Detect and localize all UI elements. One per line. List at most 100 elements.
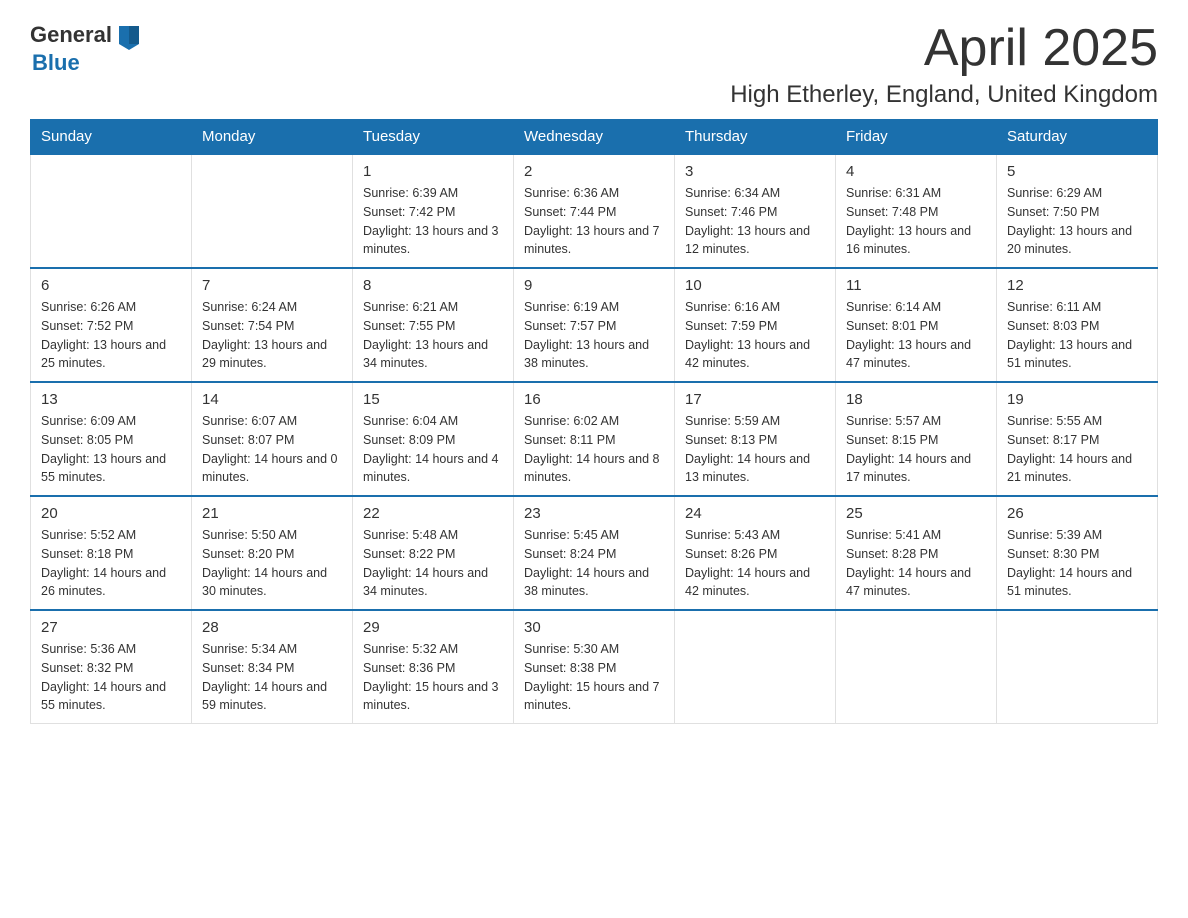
day-info: Sunrise: 6:29 AMSunset: 7:50 PMDaylight:…	[1007, 184, 1147, 259]
calendar-week-row: 1 Sunrise: 6:39 AMSunset: 7:42 PMDaylight…	[31, 154, 1158, 268]
page-subtitle: High Etherley, England, United Kingdom	[730, 81, 1158, 109]
calendar-header-row: Sunday Monday Tuesday Wednesday Thursday…	[31, 120, 1158, 155]
table-row	[675, 610, 836, 724]
table-row: 26Sunrise: 5:39 AMSunset: 8:30 PMDayligh…	[997, 496, 1158, 610]
day-number: 8	[363, 277, 503, 294]
table-row: 6 Sunrise: 6:26 AMSunset: 7:52 PMDaylight…	[31, 268, 192, 382]
calendar-week-row: 6 Sunrise: 6:26 AMSunset: 7:52 PMDaylight…	[31, 268, 1158, 382]
day-number: 26	[1007, 505, 1147, 522]
day-info: Sunrise: 6:36 AMSunset: 7:44 PMDaylight:…	[524, 184, 664, 259]
day-number: 13	[41, 391, 181, 408]
day-info: Sunrise: 5:32 AMSunset: 8:36 PMDaylight:…	[363, 640, 503, 715]
day-info: Sunrise: 6:11 AMSunset: 8:03 PMDaylight:…	[1007, 298, 1147, 373]
table-row: 12Sunrise: 6:11 AMSunset: 8:03 PMDayligh…	[997, 268, 1158, 382]
day-info: Sunrise: 6:02 AMSunset: 8:11 PMDaylight:…	[524, 412, 664, 487]
day-info: Sunrise: 5:59 AMSunset: 8:13 PMDaylight:…	[685, 412, 825, 487]
calendar-week-row: 27 Sunrise: 5:36 AMSunset: 8:32 PMDayligh…	[31, 610, 1158, 724]
table-row	[836, 610, 997, 724]
day-info: Sunrise: 6:39 AMSunset: 7:42 PMDaylight:…	[363, 184, 503, 259]
table-row: 21Sunrise: 5:50 AMSunset: 8:20 PMDayligh…	[192, 496, 353, 610]
day-info: Sunrise: 5:43 AMSunset: 8:26 PMDaylight:…	[685, 526, 825, 601]
day-number: 10	[685, 277, 825, 294]
header-thursday: Thursday	[675, 120, 836, 155]
day-number: 22	[363, 505, 503, 522]
day-number: 4	[846, 163, 986, 180]
header-saturday: Saturday	[997, 120, 1158, 155]
day-info: Sunrise: 5:34 AMSunset: 8:34 PMDaylight:…	[202, 640, 342, 715]
logo-text-general: General	[30, 22, 112, 48]
day-info: Sunrise: 6:14 AMSunset: 8:01 PMDaylight:…	[846, 298, 986, 373]
header-monday: Monday	[192, 120, 353, 155]
table-row: 2Sunrise: 6:36 AMSunset: 7:44 PMDaylight…	[514, 154, 675, 268]
header-friday: Friday	[836, 120, 997, 155]
table-row: 16 Sunrise: 6:02 AMSunset: 8:11 PMDayligh…	[514, 382, 675, 496]
day-info: Sunrise: 6:07 AMSunset: 8:07 PMDaylight:…	[202, 412, 342, 487]
day-number: 19	[1007, 391, 1147, 408]
day-info: Sunrise: 5:50 AMSunset: 8:20 PMDaylight:…	[202, 526, 342, 601]
table-row: 25 Sunrise: 5:41 AMSunset: 8:28 PMDayligh…	[836, 496, 997, 610]
day-number: 6	[41, 277, 181, 294]
calendar-week-row: 13Sunrise: 6:09 AMSunset: 8:05 PMDayligh…	[31, 382, 1158, 496]
day-number: 30	[524, 619, 664, 636]
table-row: 27 Sunrise: 5:36 AMSunset: 8:32 PMDayligh…	[31, 610, 192, 724]
table-row: 20Sunrise: 5:52 AMSunset: 8:18 PMDayligh…	[31, 496, 192, 610]
day-number: 23	[524, 505, 664, 522]
calendar-table: Sunday Monday Tuesday Wednesday Thursday…	[30, 119, 1158, 724]
day-info: Sunrise: 6:31 AMSunset: 7:48 PMDaylight:…	[846, 184, 986, 259]
table-row	[192, 154, 353, 268]
table-row: 17 Sunrise: 5:59 AMSunset: 8:13 PMDayligh…	[675, 382, 836, 496]
table-row: 4 Sunrise: 6:31 AMSunset: 7:48 PMDaylight…	[836, 154, 997, 268]
day-number: 1	[363, 163, 503, 180]
day-number: 25	[846, 505, 986, 522]
day-info: Sunrise: 6:19 AMSunset: 7:57 PMDaylight:…	[524, 298, 664, 373]
table-row: 30 Sunrise: 5:30 AMSunset: 8:38 PMDayligh…	[514, 610, 675, 724]
day-info: Sunrise: 5:36 AMSunset: 8:32 PMDaylight:…	[41, 640, 181, 715]
table-row: 14 Sunrise: 6:07 AMSunset: 8:07 PMDayligh…	[192, 382, 353, 496]
table-row: 15 Sunrise: 6:04 AMSunset: 8:09 PMDayligh…	[353, 382, 514, 496]
day-info: Sunrise: 6:24 AMSunset: 7:54 PMDaylight:…	[202, 298, 342, 373]
day-number: 14	[202, 391, 342, 408]
table-row: 13Sunrise: 6:09 AMSunset: 8:05 PMDayligh…	[31, 382, 192, 496]
day-info: Sunrise: 5:55 AMSunset: 8:17 PMDaylight:…	[1007, 412, 1147, 487]
day-info: Sunrise: 5:57 AMSunset: 8:15 PMDaylight:…	[846, 412, 986, 487]
title-section: April 2025 High Etherley, England, Unite…	[730, 20, 1158, 109]
day-number: 7	[202, 277, 342, 294]
table-row: 1 Sunrise: 6:39 AMSunset: 7:42 PMDaylight…	[353, 154, 514, 268]
day-number: 29	[363, 619, 503, 636]
day-number: 28	[202, 619, 342, 636]
day-number: 5	[1007, 163, 1147, 180]
day-info: Sunrise: 5:30 AMSunset: 8:38 PMDaylight:…	[524, 640, 664, 715]
header-sunday: Sunday	[31, 120, 192, 155]
table-row: 3 Sunrise: 6:34 AMSunset: 7:46 PMDaylight…	[675, 154, 836, 268]
table-row: 11 Sunrise: 6:14 AMSunset: 8:01 PMDayligh…	[836, 268, 997, 382]
day-number: 27	[41, 619, 181, 636]
day-info: Sunrise: 5:41 AMSunset: 8:28 PMDaylight:…	[846, 526, 986, 601]
logo-text-blue: Blue	[32, 50, 80, 76]
day-number: 11	[846, 277, 986, 294]
day-number: 18	[846, 391, 986, 408]
logo-triangle-icon	[114, 22, 144, 50]
day-number: 16	[524, 391, 664, 408]
calendar-week-row: 20Sunrise: 5:52 AMSunset: 8:18 PMDayligh…	[31, 496, 1158, 610]
table-row: 28 Sunrise: 5:34 AMSunset: 8:34 PMDayligh…	[192, 610, 353, 724]
day-info: Sunrise: 6:26 AMSunset: 7:52 PMDaylight:…	[41, 298, 181, 373]
day-number: 15	[363, 391, 503, 408]
day-info: Sunrise: 5:52 AMSunset: 8:18 PMDaylight:…	[41, 526, 181, 601]
day-info: Sunrise: 6:04 AMSunset: 8:09 PMDaylight:…	[363, 412, 503, 487]
table-row: 8 Sunrise: 6:21 AMSunset: 7:55 PMDaylight…	[353, 268, 514, 382]
table-row	[31, 154, 192, 268]
day-info: Sunrise: 6:34 AMSunset: 7:46 PMDaylight:…	[685, 184, 825, 259]
day-info: Sunrise: 6:16 AMSunset: 7:59 PMDaylight:…	[685, 298, 825, 373]
page-title: April 2025	[730, 20, 1158, 77]
day-info: Sunrise: 5:48 AMSunset: 8:22 PMDaylight:…	[363, 526, 503, 601]
day-number: 3	[685, 163, 825, 180]
logo: General Blue	[30, 20, 144, 76]
day-info: Sunrise: 6:21 AMSunset: 7:55 PMDaylight:…	[363, 298, 503, 373]
table-row: 19 Sunrise: 5:55 AMSunset: 8:17 PMDayligh…	[997, 382, 1158, 496]
day-info: Sunrise: 5:45 AMSunset: 8:24 PMDaylight:…	[524, 526, 664, 601]
day-number: 17	[685, 391, 825, 408]
table-row: 7 Sunrise: 6:24 AMSunset: 7:54 PMDaylight…	[192, 268, 353, 382]
day-number: 24	[685, 505, 825, 522]
page-header: General Blue April 2025 High Etherley, E…	[30, 20, 1158, 109]
table-row: 18 Sunrise: 5:57 AMSunset: 8:15 PMDayligh…	[836, 382, 997, 496]
